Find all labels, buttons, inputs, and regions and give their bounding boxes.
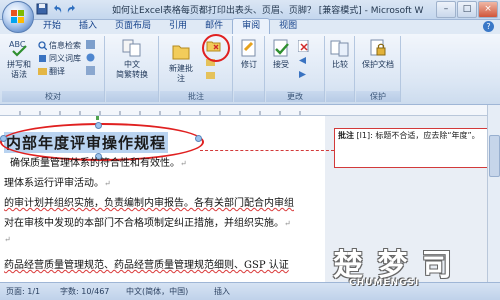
- thesaurus-icon: [38, 54, 47, 63]
- close-button[interactable]: ×: [478, 1, 498, 18]
- next-comment-icon: [206, 71, 215, 80]
- previous-change-icon: [298, 56, 307, 65]
- compare-icon: [330, 40, 349, 57]
- office-button[interactable]: [2, 1, 34, 33]
- watermark-logo: 楚 梦 司 CHUMENGSI: [333, 240, 493, 292]
- save-icon[interactable]: [36, 3, 48, 15]
- chinese-conversion-icon: [122, 39, 141, 57]
- next-change-icon: [298, 70, 307, 79]
- group-chinese-conversion: 中文 简繁转换: [106, 36, 159, 102]
- comment-balloon[interactable]: 批注 [l1]: 标题不合适，应去除“年度”。: [334, 128, 488, 168]
- word-count-icon: [86, 66, 95, 75]
- group-protect: 保护文档 保护: [356, 36, 401, 102]
- doc-line-1: 确保质量管理体系的符合性和有效性。↵: [10, 158, 187, 169]
- next-change-button[interactable]: [298, 70, 307, 79]
- tab-view[interactable]: 视图: [270, 19, 306, 34]
- office-logo-icon: [11, 10, 24, 23]
- track-changes-button[interactable]: 修订: [237, 38, 261, 70]
- group-changes: 接受 更改: [266, 36, 325, 102]
- quick-access-toolbar: [36, 3, 78, 15]
- spellcheck-icon: ABC: [9, 40, 27, 57]
- language-icon: [86, 53, 95, 62]
- translate-tip-button[interactable]: [86, 40, 95, 49]
- rotate-handle[interactable]: [96, 116, 99, 120]
- group-label-comments: 批注: [160, 91, 232, 102]
- group-label-tracking: [234, 91, 264, 102]
- tab-mailings[interactable]: 邮件: [196, 19, 232, 34]
- new-comment-icon: [172, 45, 190, 60]
- tab-insert[interactable]: 插入: [70, 19, 106, 34]
- spell-grammar-button[interactable]: ABC 拼写和 语法: [6, 38, 32, 80]
- group-label-proofing: 校对: [2, 91, 104, 102]
- shape-handle-top[interactable]: [95, 122, 102, 129]
- doc-line-2: 理体系运行评审活动。↵: [4, 178, 111, 189]
- protect-document-button[interactable]: 保护文档: [358, 38, 398, 70]
- word-count-button[interactable]: [86, 66, 95, 75]
- status-language[interactable]: 中文(简体，中国): [126, 283, 188, 300]
- status-page[interactable]: 页面: 1/1: [6, 283, 40, 300]
- track-changes-icon: [241, 39, 256, 57]
- help-icon[interactable]: ?: [483, 21, 494, 32]
- new-comment-button[interactable]: 新建批注: [166, 42, 196, 84]
- window-title: 如何让Excel表格每页都打印出表头、页眉、页脚？ [兼容模式] - Micro…: [112, 6, 424, 16]
- lock-icon: [370, 39, 386, 56]
- minimize-button[interactable]: –: [436, 1, 456, 18]
- group-label-protect: 保护: [356, 91, 400, 102]
- tab-review[interactable]: 审阅: [232, 18, 271, 34]
- title-bar: 如何让Excel表格每页都打印出表头、页眉、页脚？ [兼容模式] - Micro…: [0, 0, 500, 20]
- comment-author: [l1]:: [356, 131, 373, 140]
- redo-icon[interactable]: [66, 3, 78, 15]
- horizontal-ruler[interactable]: [0, 105, 500, 116]
- reject-icon: [297, 39, 310, 53]
- translate-tip-icon: [86, 40, 95, 49]
- next-comment-button[interactable]: [206, 71, 215, 80]
- accept-icon: [273, 39, 289, 57]
- comment-label: 批注: [338, 131, 354, 140]
- spell-grammar-label: 拼写和 语法: [7, 60, 31, 79]
- chinese-conversion-button[interactable]: 中文 简繁转换: [110, 38, 154, 80]
- translate-button[interactable]: 翻译: [38, 66, 65, 77]
- ribbon-review: ABC 拼写和 语法 信息检索 同义词库 翻译 校对 中文 简繁转换 新建批注 …: [0, 34, 500, 105]
- doc-line-5: ↵: [4, 235, 11, 244]
- compare-button[interactable]: 比较: [328, 38, 352, 70]
- tab-references[interactable]: 引用: [160, 19, 196, 34]
- reject-button[interactable]: [297, 39, 310, 53]
- comment-connector: [200, 150, 334, 151]
- thesaurus-button[interactable]: 同义词库: [38, 53, 81, 64]
- ruler-ticks: [19, 111, 301, 115]
- group-label-chinese: [106, 91, 158, 102]
- maximize-button[interactable]: □: [457, 1, 477, 18]
- group-label-compare: [326, 91, 354, 102]
- group-proofing: ABC 拼写和 语法 信息检索 同义词库 翻译 校对: [2, 36, 105, 102]
- tab-home[interactable]: 开始: [34, 19, 70, 34]
- watermark-en: CHUMENGSI: [349, 278, 420, 288]
- undo-icon[interactable]: [51, 3, 63, 15]
- shape-handle-left[interactable]: [0, 135, 7, 142]
- accept-button[interactable]: 接受: [269, 38, 293, 70]
- scrollbar-thumb[interactable]: [489, 135, 500, 177]
- comment-text[interactable]: 标题不合适，应去除“年度”。: [375, 131, 479, 140]
- ribbon-tabs: 开始 插入 页面布局 引用 邮件 审阅 视图: [34, 18, 306, 34]
- tab-page-layout[interactable]: 页面布局: [106, 19, 160, 34]
- doc-line-3: 的审计划并组织实施，负责编制内审报告。各有关部门配合内审组: [4, 198, 294, 209]
- annotation-circle: [202, 34, 230, 62]
- doc-line-6: 药品经营质量管理规范、药品经营质量管理规范细则、GSP 认证: [4, 260, 289, 271]
- shape-handle-right[interactable]: [195, 135, 202, 142]
- doc-line-4: 对在审核中发现的本部门不合格项制定纠正措施，并组织实施。↵: [4, 218, 291, 229]
- previous-change-button[interactable]: [298, 56, 307, 65]
- group-tracking: 修订: [234, 36, 265, 102]
- group-label-changes: 更改: [266, 91, 324, 102]
- status-mode[interactable]: 插入: [214, 283, 230, 300]
- group-compare: 比较: [326, 36, 355, 102]
- research-button[interactable]: 信息检索: [38, 40, 81, 51]
- status-words[interactable]: 字数: 10/467: [60, 283, 109, 300]
- research-icon: [38, 41, 48, 51]
- language-button[interactable]: [86, 53, 95, 62]
- translate-icon: [38, 67, 47, 76]
